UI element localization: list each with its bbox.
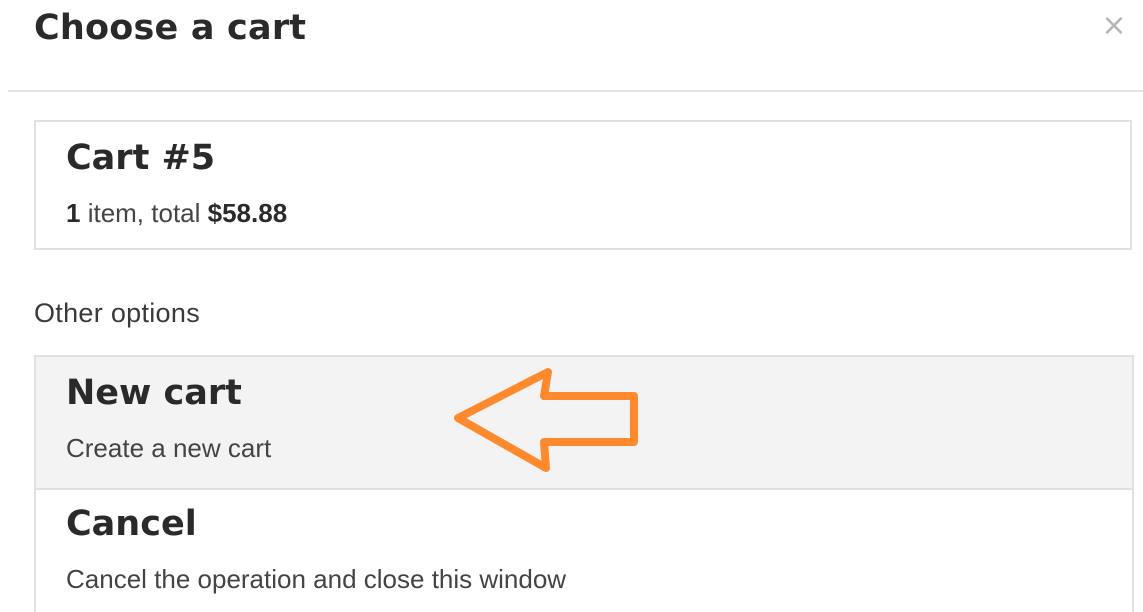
cancel-option[interactable]: Cancel Cancel the operation and close th… [36, 490, 1132, 612]
cart-title: Cart #5 [66, 138, 216, 178]
new-cart-description: Create a new cart [66, 433, 272, 463]
new-cart-title: New cart [66, 373, 242, 413]
cart-total: $58.88 [207, 198, 288, 228]
header-divider [8, 90, 1143, 92]
arrow-left-icon [454, 368, 638, 472]
cart-summary: 1 item, total $58.88 [66, 198, 287, 229]
cancel-description: Cancel the operation and close this wind… [66, 564, 567, 594]
cart-item-text: item, total [80, 198, 208, 228]
cancel-title: Cancel [66, 504, 197, 544]
dialog-title: Choose a cart [34, 8, 307, 48]
close-icon: × [1101, 8, 1127, 43]
cart-item-count: 1 [66, 198, 81, 228]
close-button[interactable]: × [1097, 6, 1131, 46]
choose-cart-dialog: Choose a cart × Cart #5 1 item, total $5… [0, 0, 1143, 612]
cart-option-cart-5[interactable]: Cart #5 1 item, total $58.88 [34, 120, 1132, 250]
other-options-label: Other options [34, 298, 200, 328]
